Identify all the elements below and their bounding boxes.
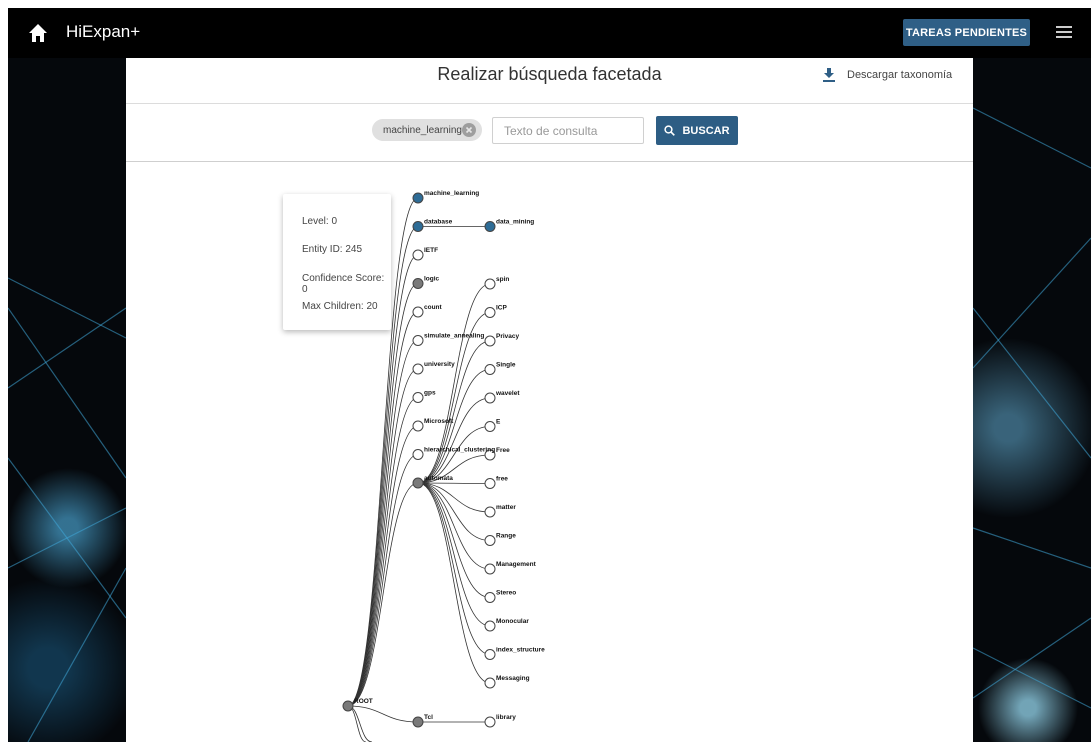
facet-chip-label: machine_learning (383, 124, 462, 136)
tree-node-label: Stereo (496, 590, 516, 597)
tree-link (347, 340, 419, 707)
node-tooltip: Level: 0 Entity ID: 245 Confidence Score… (283, 194, 391, 330)
tree-node[interactable]: wavelet (484, 390, 520, 404)
tree-node-label: Single (496, 362, 516, 369)
tree-node-label: database (424, 219, 453, 226)
tree-node[interactable]: spin (484, 276, 509, 290)
tree-node[interactable]: Stereo (484, 590, 516, 603)
main-panel: Realizar búsqueda facetada Descargar tax… (126, 58, 973, 742)
tree-link (347, 482, 419, 707)
tree-node[interactable]: matter (484, 504, 516, 518)
tree-node-label: library (496, 714, 516, 721)
tree-node-label: Monocular (496, 618, 529, 625)
tree-node[interactable]: machine_learning (412, 190, 479, 204)
tree-link (417, 482, 491, 484)
download-taxonomy-label: Descargar taxonomía (847, 69, 953, 81)
tree-node[interactable]: Messaging (484, 675, 530, 689)
tree-node-label: spin (496, 276, 509, 283)
tree-node[interactable]: Management (484, 561, 537, 575)
tree-node-label: data_mining (496, 219, 534, 226)
home-icon[interactable] (28, 23, 48, 43)
tree-node[interactable]: ROOT (342, 698, 373, 712)
tree-node-label: Messaging (496, 675, 530, 682)
tree-node[interactable]: logic (412, 276, 440, 289)
facet-chip[interactable]: machine_learning (372, 119, 482, 141)
panel-header: Realizar búsqueda facetada Descargar tax… (126, 58, 973, 104)
tree-node-label: count (424, 304, 443, 311)
download-taxonomy-link[interactable]: Descargar taxonomía (823, 66, 952, 84)
tree-node[interactable]: index_structure (484, 647, 545, 660)
application-window: HiExpan+ TAREAS PENDIENTES Realizar búsq… (8, 8, 1091, 742)
tree-node-label: ROOT (354, 698, 373, 705)
tree-node-label: Management (496, 561, 537, 568)
tree-node-label: matter (496, 504, 516, 511)
tree-node-label: ICP (496, 305, 508, 312)
tree-link (417, 369, 491, 484)
tree-node[interactable]: Single (484, 362, 516, 375)
tree-node[interactable]: automata (412, 475, 453, 489)
tree-node-label: gps (424, 390, 436, 397)
search-button[interactable]: BUSCAR (656, 116, 738, 145)
query-input[interactable] (492, 117, 644, 144)
tree-node[interactable]: count (412, 304, 443, 318)
search-icon (664, 125, 676, 136)
tree-node[interactable]: gps (412, 390, 436, 403)
tree-link (347, 368, 419, 707)
tree-link (347, 311, 419, 707)
top-navbar: HiExpan+ TAREAS PENDIENTES (8, 8, 1091, 58)
tree-node[interactable]: data_mining (484, 219, 534, 232)
tree-link (347, 283, 419, 707)
tree-link (417, 482, 491, 541)
taxonomy-tree: data_miningspin ICP Privacy Single wavelet E F… (342, 190, 545, 742)
tree-link (417, 482, 491, 655)
tooltip-entity-id: Entity ID: 245 (302, 244, 363, 255)
hamburger-menu-icon[interactable] (1056, 25, 1072, 39)
close-circle-icon[interactable] (462, 123, 476, 137)
tree-link (417, 482, 491, 684)
tree-node-label: machine_learning (424, 190, 479, 197)
download-icon (823, 68, 835, 82)
tree-node[interactable]: database (412, 219, 453, 232)
tree-node-label: index_structure (496, 647, 545, 654)
tree-node-label: Privacy (496, 333, 520, 340)
tree-node-label: E (496, 419, 501, 426)
tree-node[interactable]: library (484, 714, 516, 728)
tree-node-label: logic (424, 276, 440, 283)
tree-node[interactable]: Monocular (484, 618, 529, 632)
app-title[interactable]: HiExpan+ (66, 22, 140, 42)
tree-node[interactable]: university (412, 361, 455, 375)
tree-node[interactable]: Privacy (484, 333, 520, 347)
tooltip-confidence: Confidence Score: 0 (302, 273, 385, 295)
tooltip-max-children: Max Children: 20 (302, 301, 378, 312)
tree-link (417, 482, 491, 598)
tree-node[interactable]: Range (484, 533, 516, 546)
search-bar: machine_learning BUSCAR (126, 104, 973, 162)
tree-node[interactable]: free (484, 476, 508, 489)
tree-node[interactable]: E (484, 419, 501, 432)
tree-node[interactable]: hierarchical_clustering (412, 447, 495, 460)
search-button-label: BUSCAR (682, 124, 730, 137)
tree-node-label: Free (496, 447, 510, 454)
tree-node[interactable]: simulate_annealing (412, 333, 484, 346)
tree-node[interactable]: Tcl (412, 714, 433, 728)
tree-node-label: university (424, 361, 455, 368)
tree-link (347, 705, 367, 742)
tree-node-label: Range (496, 533, 516, 540)
tree-link (417, 482, 491, 627)
tree-node-label: IETF (424, 247, 438, 254)
tree-node-label: free (496, 476, 508, 483)
tree-link (347, 705, 373, 742)
tree-node-label: Microsoft (424, 418, 454, 425)
tree-node-label: wavelet (495, 390, 520, 397)
tree-node[interactable]: ICP (484, 305, 508, 318)
tree-node[interactable]: IETF (412, 247, 438, 261)
tree-node-label: hierarchical_clustering (424, 447, 495, 454)
tree-node-label: simulate_annealing (424, 333, 484, 340)
pending-tasks-button[interactable]: TAREAS PENDIENTES (903, 19, 1030, 46)
tree-node[interactable]: Microsoft (412, 418, 454, 432)
tree-node-label: Tcl (424, 714, 433, 721)
tooltip-level: Level: 0 (302, 216, 338, 227)
tree-node-label: automata (424, 475, 453, 482)
tree-link (347, 397, 419, 707)
